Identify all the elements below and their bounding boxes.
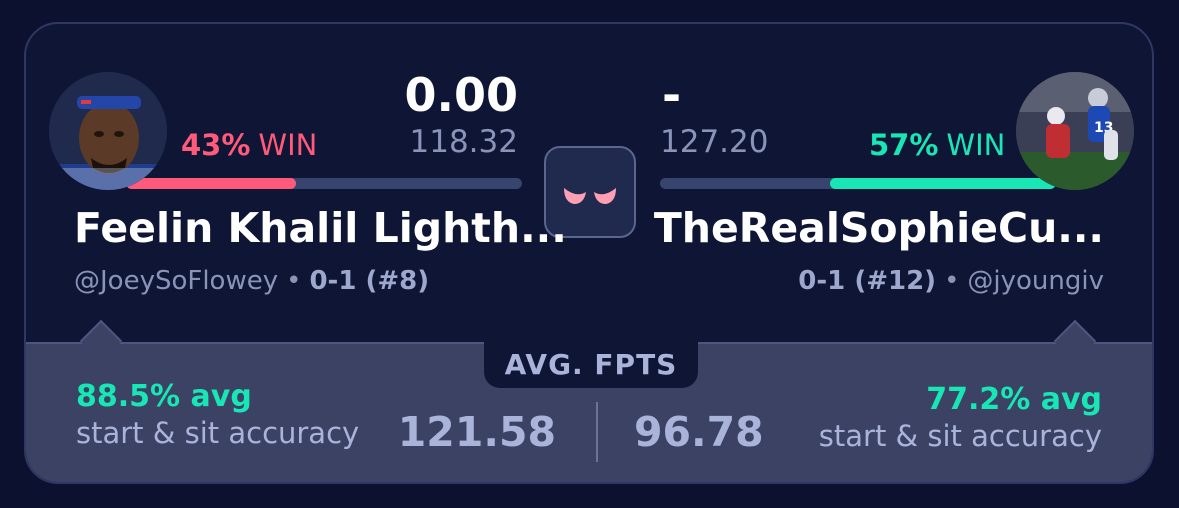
right-record: 0-1 (#12) [798,266,937,296]
right-win-probability: 57% WIN [869,128,1005,162]
left-record: 0-1 (#8) [309,266,430,296]
right-accuracy-pct: 77.2% avg [926,382,1102,417]
right-team-meta: 0-1 (#12) • @jyoungiv [798,266,1104,296]
right-win-pct: 57% [869,128,939,162]
right-separator: • [944,266,960,296]
avg-fpts-header: AVG. FPTS [484,342,698,388]
right-team-name[interactable]: TheRealSophieCu... [654,204,1104,252]
left-win-label: WIN [258,128,318,162]
left-handle[interactable]: @JoeySoFlowey [74,266,278,296]
left-separator: • [286,266,302,296]
left-team-meta: @JoeySoFlowey • 0-1 (#8) [74,266,429,296]
right-handle[interactable]: @jyoungiv [967,266,1104,296]
left-win-pct: 43% [181,128,251,162]
right-accuracy: 77.2% avg start & sit accuracy [819,382,1102,453]
right-win-label: WIN [946,128,1006,162]
left-win-probability: 43% WIN [181,128,317,162]
left-win-bar [126,178,522,189]
matchup-card[interactable]: 0.00 118.32 43% WIN 127.20 - 57% WIN 13 … [24,22,1154,484]
football-action-avatar-icon: 13 [1016,72,1134,190]
left-accuracy-pct: 88.5% avg [76,379,252,414]
left-team-avatar[interactable] [49,72,167,190]
left-accuracy: 88.5% avg start & sit accuracy [76,379,359,450]
right-team-score: - [662,68,682,122]
right-team-projected: 127.20 [660,124,769,160]
left-accuracy-label: start & sit accuracy [76,416,360,450]
left-avg-fpts: 121.58 [397,408,556,456]
player-helmet-avatar-icon [49,72,167,190]
right-win-bar [660,178,1056,189]
left-team-projected: 118.32 [409,124,518,160]
left-team-score: 0.00 [404,68,519,122]
left-team-name[interactable]: Feelin Khalil Lighth... [74,204,567,252]
avg-divider [596,402,598,462]
right-avg-fpts: 96.78 [634,408,764,456]
left-win-bar-fill [126,178,297,189]
right-team-avatar[interactable]: 13 [1016,72,1134,190]
right-win-bar-fill [830,178,1056,189]
matchup-header: 0.00 118.32 43% WIN 127.20 - 57% WIN 13 … [26,24,1152,344]
right-accuracy-label: start & sit accuracy [818,419,1102,453]
